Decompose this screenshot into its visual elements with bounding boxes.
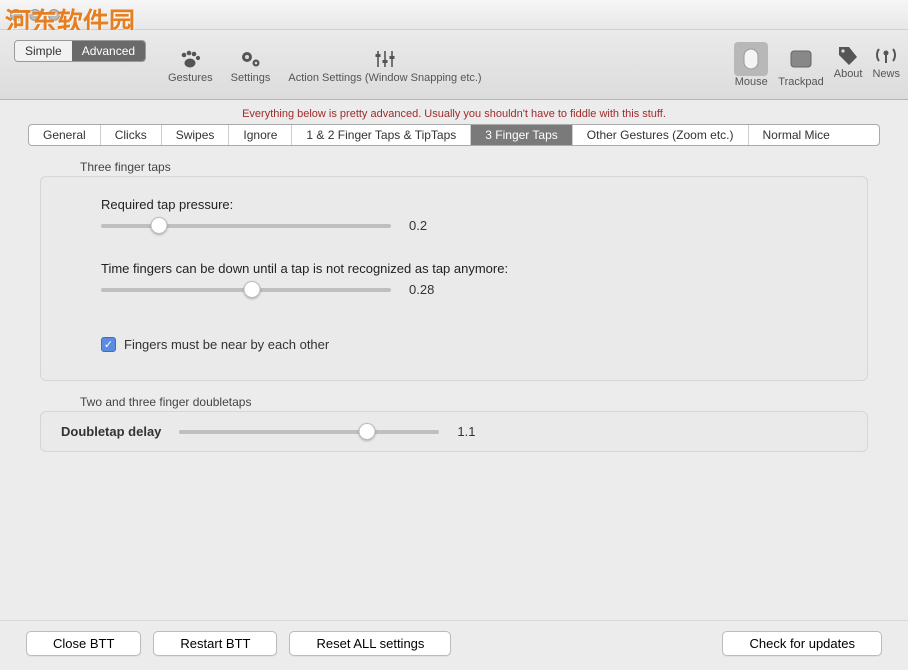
doubletap-delay-label: Doubletap delay xyxy=(61,424,161,439)
bottom-bar: Close BTT Restart BTT Reset ALL settings… xyxy=(0,620,908,670)
tab-other-gestures[interactable]: Other Gestures (Zoom etc.) xyxy=(573,125,749,145)
toolbar-settings-label: Settings xyxy=(231,72,271,84)
close-btt-button[interactable]: Close BTT xyxy=(26,631,141,656)
slider-thumb[interactable] xyxy=(243,281,260,298)
sub-tabs: General Clicks Swipes Ignore 1 & 2 Finge… xyxy=(28,124,880,146)
tab-general[interactable]: General xyxy=(29,125,101,145)
tab-3-finger[interactable]: 3 Finger Taps xyxy=(471,125,573,145)
tap-time-value: 0.28 xyxy=(409,282,434,297)
tab-swipes[interactable]: Swipes xyxy=(162,125,230,145)
tap-time-slider[interactable] xyxy=(101,288,391,292)
fingers-nearby-label: Fingers must be near by each other xyxy=(124,337,329,352)
tab-1-2-finger[interactable]: 1 & 2 Finger Taps & TipTaps xyxy=(292,125,471,145)
toolbar-gestures-label: Gestures xyxy=(168,72,213,84)
toolbar-about-label: About xyxy=(834,68,863,80)
panel-three-finger: Required tap pressure: 0.2 Time fingers … xyxy=(40,176,868,381)
content: Three finger taps Required tap pressure:… xyxy=(0,146,908,452)
tag-icon xyxy=(834,42,863,68)
restart-btt-button[interactable]: Restart BTT xyxy=(153,631,277,656)
toolbar-action-settings[interactable]: Action Settings (Window Snapping etc.) xyxy=(288,46,481,84)
toolbar-trackpad[interactable]: Trackpad xyxy=(778,42,823,88)
mouse-icon xyxy=(742,46,760,72)
zoom-window-button[interactable] xyxy=(48,9,60,21)
mode-advanced[interactable]: Advanced xyxy=(72,41,145,61)
fingers-nearby-row[interactable]: ✓ Fingers must be near by each other xyxy=(101,337,807,352)
tap-pressure-slider[interactable] xyxy=(101,224,391,228)
sliders-icon xyxy=(288,46,481,72)
toolbar-news-label: News xyxy=(872,68,900,80)
tap-pressure-value: 0.2 xyxy=(409,218,427,233)
close-window-button[interactable] xyxy=(10,9,22,21)
tap-pressure-label: Required tap pressure: xyxy=(101,197,807,212)
toolbar-mouse-label: Mouse xyxy=(735,76,768,88)
paw-icon xyxy=(168,46,213,72)
toolbar-right: Mouse Trackpad About News xyxy=(734,42,900,88)
toolbar-about[interactable]: About xyxy=(834,42,863,88)
toolbar-left: Gestures Settings Action Settings (Windo… xyxy=(168,46,482,84)
mode-simple[interactable]: Simple xyxy=(15,41,72,61)
field-tap-pressure: Required tap pressure: 0.2 xyxy=(101,197,807,233)
section-doubletap-label: Two and three finger doubletaps xyxy=(80,395,868,409)
broadcast-icon xyxy=(872,42,900,68)
tap-time-label: Time fingers can be down until a tap is … xyxy=(101,261,807,276)
tab-normal-mice[interactable]: Normal Mice xyxy=(749,125,844,145)
doubletap-delay-value: 1.1 xyxy=(457,424,475,439)
reset-all-button[interactable]: Reset ALL settings xyxy=(289,631,451,656)
mode-segmented: Simple Advanced xyxy=(14,40,146,62)
slider-thumb[interactable] xyxy=(358,423,375,440)
warning-text: Everything below is pretty advanced. Usu… xyxy=(0,100,908,124)
minimize-window-button[interactable] xyxy=(29,9,41,21)
toolbar-gestures[interactable]: Gestures xyxy=(168,46,213,84)
checkbox-icon[interactable]: ✓ xyxy=(101,337,116,352)
toolbar-settings[interactable]: Settings xyxy=(231,46,271,84)
toolbar-trackpad-label: Trackpad xyxy=(778,76,823,88)
toolbar-action-settings-label: Action Settings (Window Snapping etc.) xyxy=(288,72,481,84)
panel-doubletap: Doubletap delay 1.1 xyxy=(40,411,868,452)
tab-clicks[interactable]: Clicks xyxy=(101,125,162,145)
toolbar-mouse[interactable]: Mouse xyxy=(734,42,768,88)
toolbar-news[interactable]: News xyxy=(872,42,900,88)
check-updates-button[interactable]: Check for updates xyxy=(722,631,882,656)
field-tap-time: Time fingers can be down until a tap is … xyxy=(101,261,807,297)
section-three-finger-label: Three finger taps xyxy=(80,160,868,174)
traffic-lights xyxy=(10,9,60,21)
toolbar: Simple Advanced Gestures Settings Action… xyxy=(0,30,908,100)
titlebar xyxy=(0,0,908,30)
slider-thumb[interactable] xyxy=(151,217,168,234)
doubletap-delay-slider[interactable] xyxy=(179,430,439,434)
trackpad-icon xyxy=(786,46,815,72)
gears-icon xyxy=(231,46,271,72)
tab-ignore[interactable]: Ignore xyxy=(229,125,292,145)
